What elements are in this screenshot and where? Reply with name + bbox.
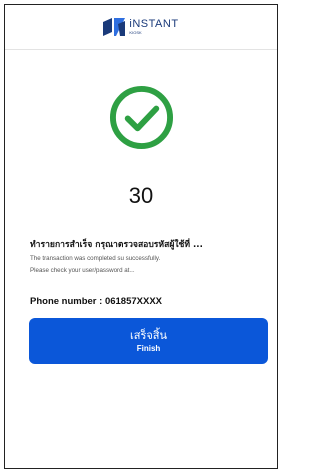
finish-label-english: Finish <box>136 343 161 353</box>
phone-number: Phone number : 061857XXXX <box>30 296 162 307</box>
logo-subtitle: KIOSK <box>129 30 142 35</box>
instant-logo-icon <box>103 18 126 36</box>
finish-label-thai: เสร็จสิ้น <box>129 328 168 342</box>
message-english-line1: The transaction was completed su success… <box>30 255 161 262</box>
check-circle-icon <box>109 85 174 150</box>
kiosk-screen: iNSTANT KIOSK 30 ทำรายการสำเร็จ กรุณาตรว… <box>4 4 278 469</box>
logo-title: iNSTANT <box>129 18 179 30</box>
finish-button[interactable]: เสร็จสิ้น Finish <box>29 318 268 364</box>
message-english-line2: Please check your user/password at... <box>30 267 135 274</box>
result-message: ทำรายการสำเร็จ กรุณาตรวจสอบรหัสผู้ใช้ที่… <box>30 237 266 274</box>
header: iNSTANT KIOSK <box>5 5 277 50</box>
instant-kiosk-logo: iNSTANT KIOSK <box>103 18 178 36</box>
countdown-timer: 30 <box>128 183 154 208</box>
message-thai: ทำรายการสำเร็จ กรุณาตรวจสอบรหัสผู้ใช้ที่… <box>30 240 203 250</box>
